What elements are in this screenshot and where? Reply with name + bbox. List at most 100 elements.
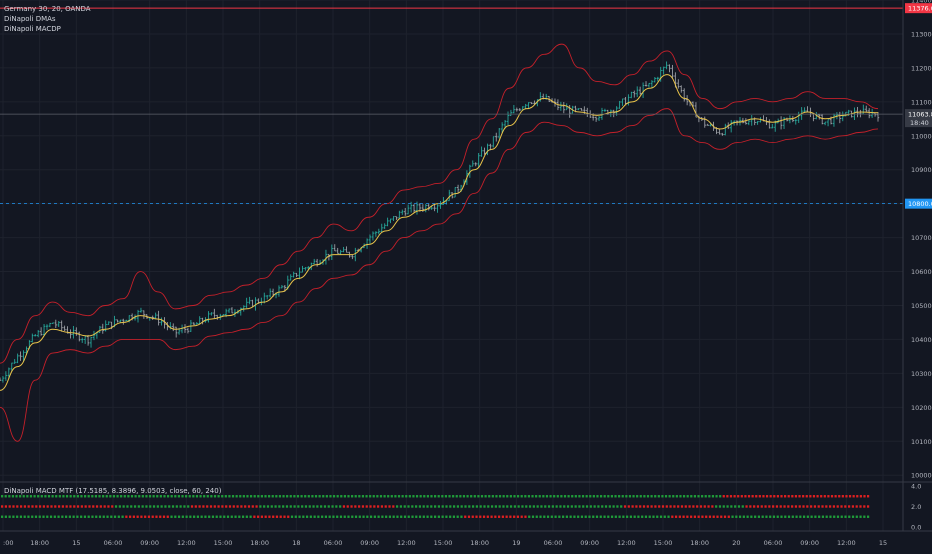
mtf-dot — [490, 515, 493, 518]
mtf-dot — [758, 495, 761, 498]
mtf-dot — [635, 505, 638, 508]
mtf-dot — [686, 495, 689, 498]
mtf-dot — [232, 505, 235, 508]
mtf-dot — [236, 505, 239, 508]
mtf-dot — [791, 495, 794, 498]
mtf-dot — [403, 515, 407, 518]
mtf-dot — [392, 515, 395, 518]
mtf-dot — [593, 505, 596, 508]
mtf-dot — [580, 515, 584, 518]
macd-mtf-label[interactable]: DiNapoli MACD MTF (17.5185, 8.3896, 9.05… — [4, 486, 221, 496]
x-tick-label: 18 — [292, 539, 300, 547]
top-price-tag-text: 11376.0 — [908, 5, 932, 13]
mtf-dot — [98, 515, 102, 518]
mtf-dot — [693, 515, 696, 518]
mtf-dot — [556, 495, 559, 498]
mtf-dot — [282, 495, 285, 498]
indicator-macdp-label[interactable]: DiNapoli MACDP — [4, 24, 61, 34]
mtf-dot — [449, 515, 452, 518]
sub-y-tick-label: 4.0 — [911, 483, 921, 491]
mtf-dot — [607, 515, 610, 518]
mtf-dot — [848, 505, 851, 508]
mtf-dot — [475, 505, 478, 508]
mtf-dot — [336, 515, 339, 518]
mtf-dot — [230, 515, 233, 518]
mtf-dot — [396, 515, 399, 518]
mtf-dot — [745, 505, 748, 508]
mtf-dot — [399, 505, 403, 508]
mtf-dot — [275, 515, 279, 518]
mtf-dot — [729, 495, 733, 498]
mtf-dot — [604, 505, 608, 508]
mtf-dot — [475, 515, 478, 518]
mtf-dot — [755, 495, 758, 498]
mtf-dot — [327, 505, 330, 508]
mtf-dot — [547, 505, 551, 508]
mtf-dot — [141, 505, 144, 508]
mtf-dot — [247, 505, 251, 508]
mtf-dot — [430, 495, 433, 498]
symbol-title[interactable]: Germany 30, 20, OANDA — [4, 4, 91, 14]
mtf-dot — [848, 515, 851, 518]
indicator-dmas-label[interactable]: DiNapoli DMAs — [4, 14, 56, 24]
mtf-dot — [867, 495, 870, 498]
mtf-dot — [699, 505, 703, 508]
mtf-dot — [434, 515, 437, 518]
mtf-dot — [708, 495, 711, 498]
mtf-dot — [57, 515, 60, 518]
mtf-dot — [551, 505, 554, 508]
mtf-dot — [369, 495, 372, 498]
mtf-dot — [592, 495, 595, 498]
mtf-dot — [384, 505, 387, 508]
mtf-dot — [616, 505, 619, 508]
mtf-dot — [672, 495, 675, 498]
mtf-dot — [692, 505, 695, 508]
mtf-dot — [240, 505, 243, 508]
chart-svg[interactable]: 11400.011300.011200.011100.011000.010900… — [0, 0, 932, 550]
mtf-dot — [663, 515, 666, 518]
mtf-dot — [130, 505, 133, 508]
x-tick-label: 12:00 — [617, 539, 636, 547]
mtf-dot — [445, 515, 448, 518]
mtf-dot — [4, 515, 7, 518]
mtf-dot — [506, 505, 509, 508]
mtf-dot — [596, 495, 599, 498]
mtf-dot — [434, 495, 437, 498]
mtf-dot — [449, 505, 452, 508]
mtf-dot — [419, 495, 422, 498]
mtf-dot — [418, 515, 422, 518]
mtf-dot — [226, 515, 230, 518]
mtf-dot — [332, 495, 336, 498]
mtf-dot — [582, 505, 585, 508]
mtf-dot — [106, 515, 109, 518]
mtf-dot — [505, 515, 508, 518]
mtf-dot — [221, 505, 224, 508]
mtf-dot — [675, 495, 678, 498]
mtf-dot — [87, 515, 90, 518]
mtf-dot — [275, 495, 278, 498]
x-tick-label: 06:00 — [104, 539, 123, 547]
mtf-dot — [741, 505, 744, 508]
mtf-dot — [525, 505, 528, 508]
mtf-dot — [859, 495, 862, 498]
mtf-dot — [722, 495, 725, 498]
mtf-dot — [274, 505, 277, 508]
mtf-dot — [509, 515, 512, 518]
mtf-dot — [639, 505, 642, 508]
mtf-dot — [215, 515, 218, 518]
mtf-dot — [320, 505, 323, 508]
mtf-dot — [362, 515, 365, 518]
mtf-dot — [366, 515, 369, 518]
mtf-dot — [776, 495, 779, 498]
mtf-dot — [618, 495, 621, 498]
mtf-dot — [231, 495, 235, 498]
mtf-dot — [705, 515, 708, 518]
mtf-dot — [92, 505, 95, 508]
mtf-dot — [377, 515, 380, 518]
mtf-dot — [27, 505, 30, 508]
mtf-dot — [129, 515, 132, 518]
mtf-dot — [72, 515, 75, 518]
mtf-dot — [196, 515, 199, 518]
mtf-dot — [415, 515, 418, 518]
marker-price-tag: 10800.0 — [905, 198, 932, 209]
